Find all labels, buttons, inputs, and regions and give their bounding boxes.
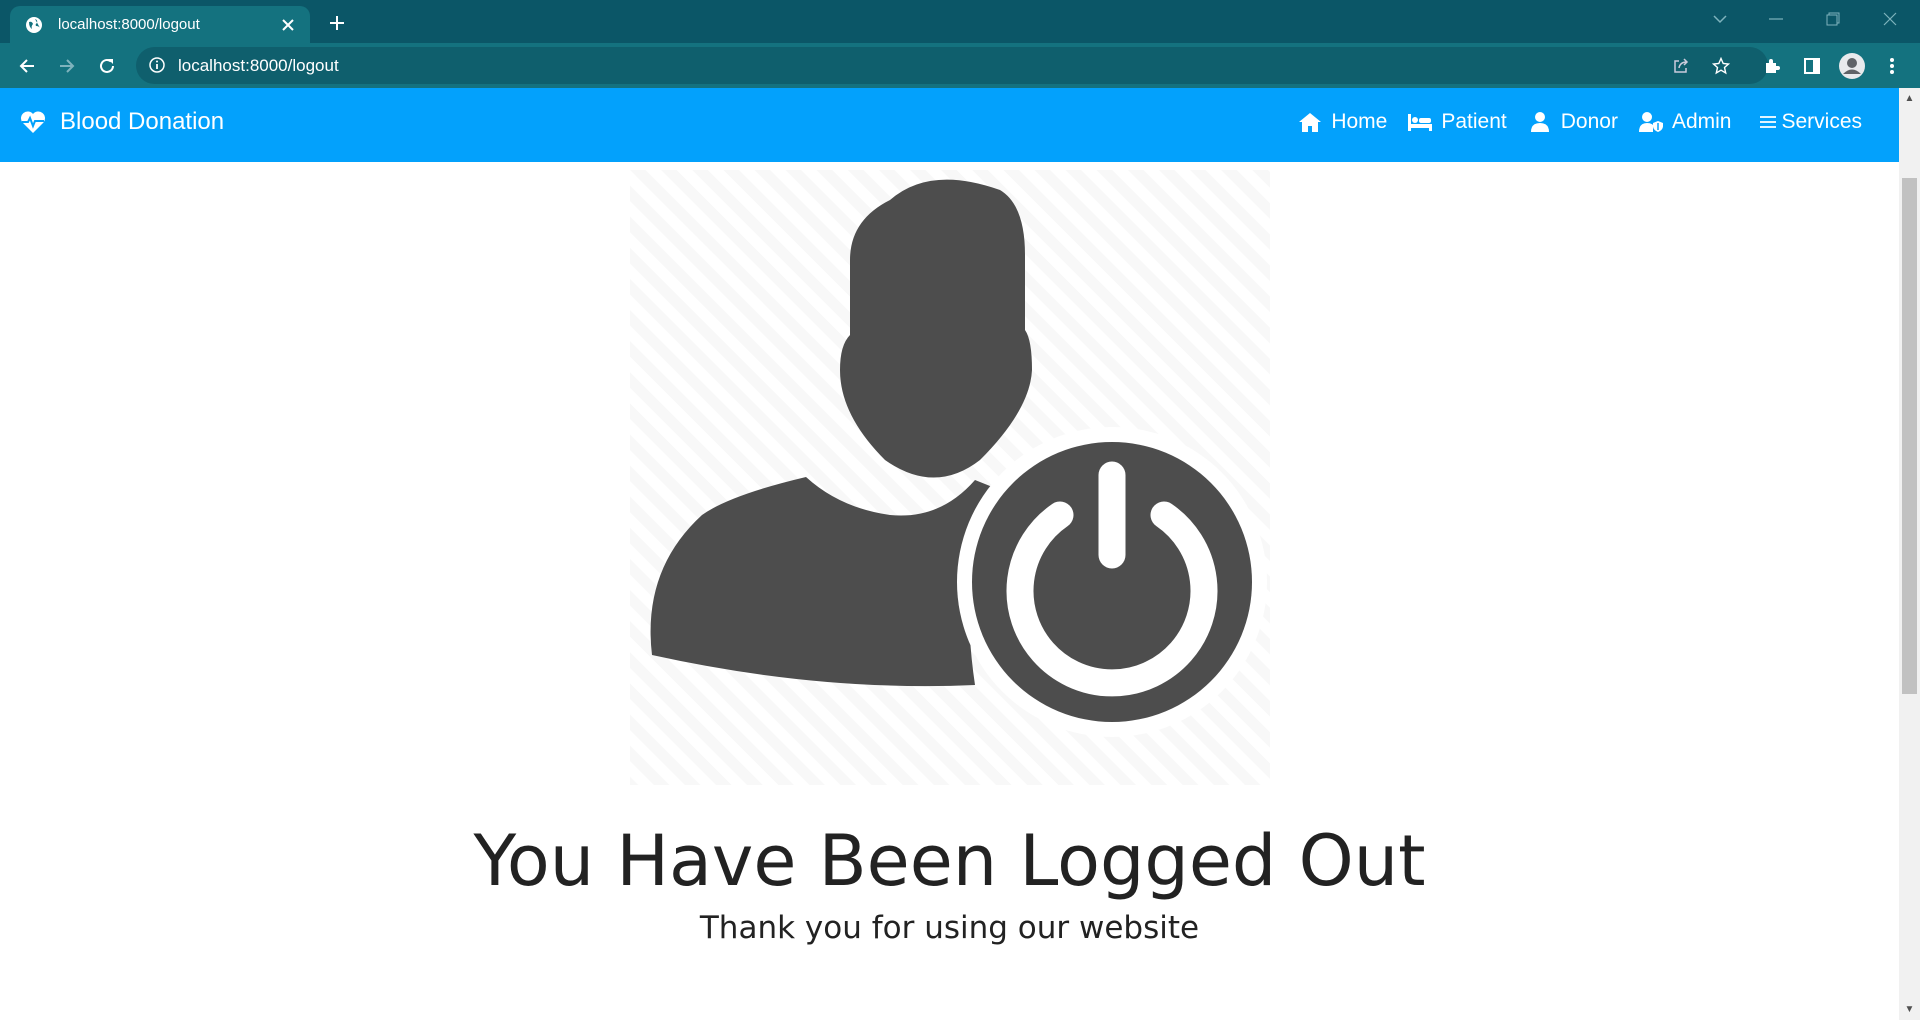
nav-home-label: Home [1331,110,1388,133]
browser-menu-icon[interactable] [1875,49,1909,83]
url-text: localhost:8000/logout [178,56,339,75]
browser-toolbar: localhost:8000/logout [0,43,1920,88]
nav-links: Home Patient Donor Admin Services [1277,110,1862,134]
page-scrollbar[interactable]: ▲ ▼ [1899,88,1920,1020]
brand-link[interactable]: Blood Donation [20,108,224,136]
browser-tab[interactable]: localhost:8000/logout [10,6,310,43]
address-bar[interactable]: localhost:8000/logout [136,47,1768,84]
nav-admin-link[interactable]: Admin [1638,110,1732,134]
close-window-icon[interactable] [1870,0,1910,38]
bed-icon [1407,110,1433,134]
tab-search-icon[interactable] [1700,0,1740,38]
nav-admin-label: Admin [1671,110,1732,133]
restore-icon[interactable] [1813,0,1853,38]
nav-patient-label: Patient [1441,110,1507,133]
menu-icon [1759,110,1777,134]
nav-services-link[interactable]: Services [1759,110,1862,134]
profile-avatar-icon[interactable] [1835,49,1869,83]
brand-name: Blood Donation [60,108,225,135]
browser-tabstrip: localhost:8000/logout [0,0,1920,43]
scroll-thumb[interactable] [1902,178,1917,694]
site-navbar: Blood Donation Home Patient Donor Admin [0,88,1899,162]
nav-patient-link[interactable]: Patient [1407,110,1507,134]
heart-pulse-icon [20,110,46,134]
globe-icon [24,15,44,35]
page-subtitle: Thank you for using our website [699,910,1200,946]
tab-title: localhost:8000/logout [58,16,200,33]
nav-donor-label: Donor [1560,110,1618,133]
side-panel-icon[interactable] [1795,49,1829,83]
nav-donor-link[interactable]: Donor [1527,110,1618,134]
user-shield-icon [1638,110,1664,134]
close-tab-icon[interactable] [276,13,300,37]
home-icon [1297,110,1323,134]
share-icon[interactable] [1666,53,1696,78]
bookmark-star-icon[interactable] [1706,53,1736,78]
extensions-icon[interactable] [1755,49,1789,83]
minimize-icon[interactable] [1756,0,1796,38]
site-info-icon[interactable] [148,56,168,76]
scroll-down-arrow-icon[interactable]: ▼ [1904,1004,1915,1015]
new-tab-button[interactable] [322,8,352,38]
page-title: You Have Been Logged Out [473,820,1426,902]
user-icon [1527,110,1553,134]
reload-button[interactable] [90,49,124,83]
back-button[interactable] [10,49,44,83]
scroll-up-arrow-icon[interactable]: ▲ [1904,93,1915,104]
user-logout-icon [630,170,1270,785]
nav-services-label: Services [1781,110,1862,133]
forward-button[interactable] [50,49,84,83]
nav-home-link[interactable]: Home [1297,110,1387,134]
